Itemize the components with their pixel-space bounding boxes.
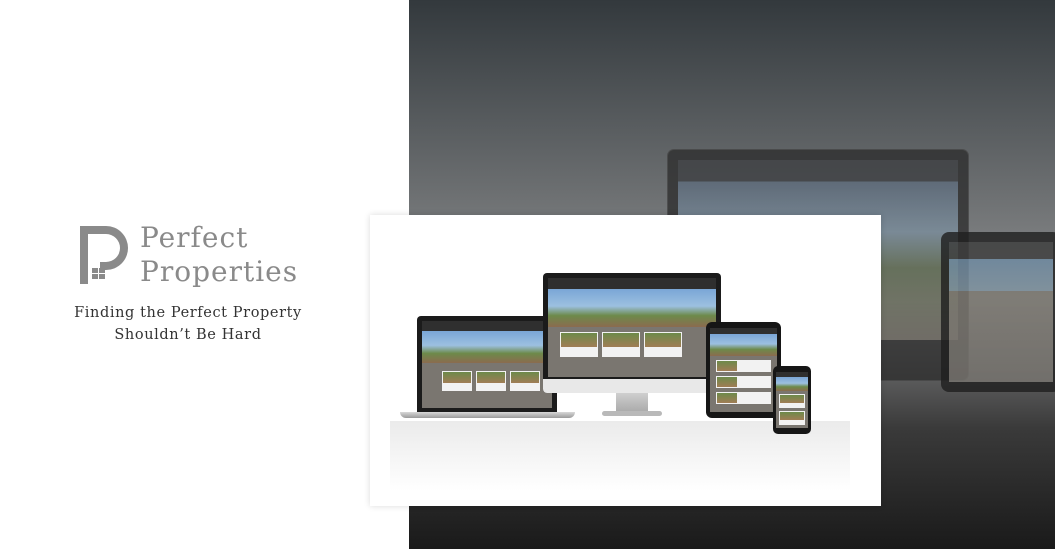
brand-name-line-2: Properties — [140, 255, 299, 288]
background-tablet-image — [941, 232, 1055, 392]
tagline-line-1: Finding the Perfect Property — [74, 305, 302, 321]
laptop-mockup — [417, 316, 557, 412]
tagline-line-2: Shouldn’t Be Hard — [114, 327, 262, 343]
desktop-monitor-mockup — [543, 273, 721, 393]
monitor-chin — [543, 379, 721, 393]
left-panel: Perfect Properties Finding the Perfect P… — [0, 0, 409, 549]
brand-logo: Perfect Properties — [78, 222, 303, 292]
tablet-mockup — [706, 322, 781, 418]
laptop-base — [400, 412, 575, 418]
monitor-stand — [616, 393, 648, 413]
phone-mockup — [773, 366, 811, 434]
device-mockup-card — [370, 215, 881, 506]
monitor-foot — [602, 411, 662, 416]
house-p-logo-icon — [80, 226, 128, 284]
brand-name-line-1: Perfect — [140, 221, 249, 254]
